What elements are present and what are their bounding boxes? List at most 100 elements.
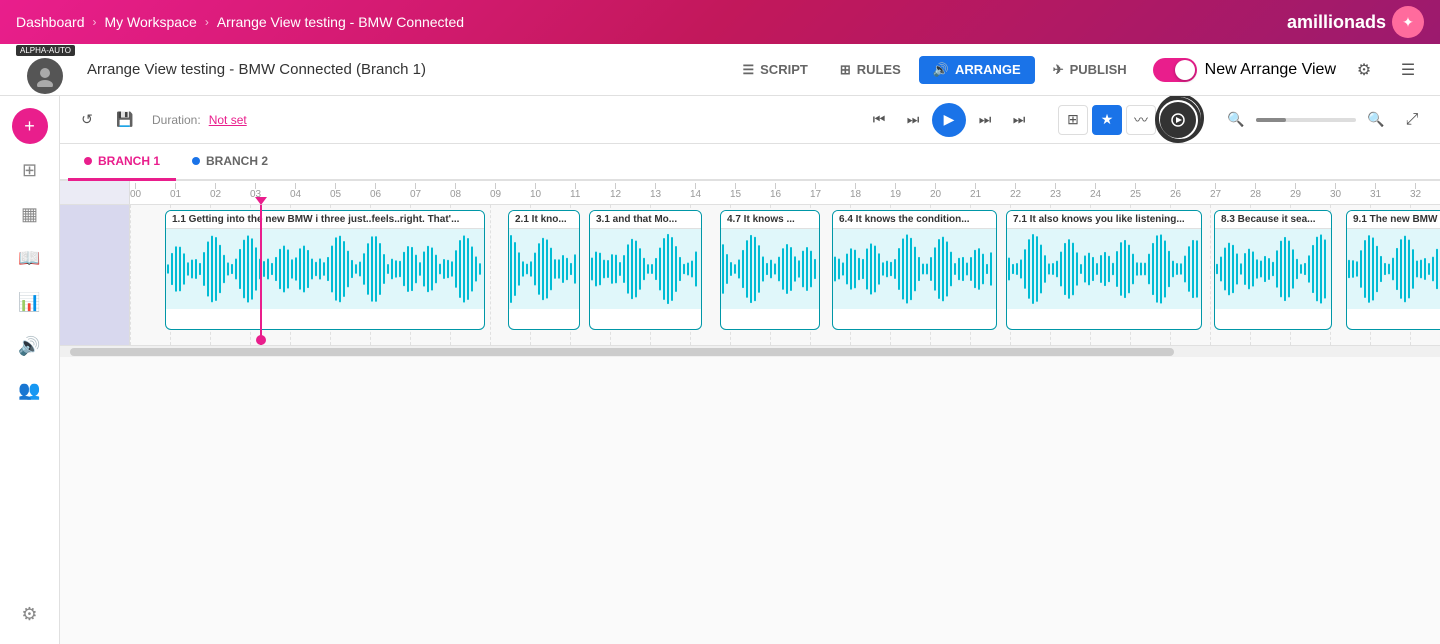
- branch-dot-2: [192, 157, 200, 165]
- sidebar-icon-settings[interactable]: ⚙: [12, 596, 48, 632]
- tab-rules-label: RULES: [857, 62, 901, 77]
- next-btn[interactable]: ⏭: [970, 105, 1000, 135]
- save-btn[interactable]: 💾: [110, 105, 140, 135]
- logo-text: amillionads: [1287, 12, 1386, 33]
- ruler-mark: 22: [1010, 183, 1021, 200]
- scrollbar-thumb[interactable]: [70, 348, 1174, 356]
- left-sidebar: + ⊞ ▦ 📖 📊 🔊 👥 ⚙: [0, 96, 60, 644]
- skip-to-end-btn[interactable]: ⏭: [1004, 105, 1034, 135]
- ruler-mark: 32: [1410, 183, 1421, 200]
- segment-label: 6.4 It knows the condition...: [833, 211, 996, 229]
- segment-label: 9.1 The new BMW i Thr...: [1347, 211, 1440, 229]
- ruler-label-spacer: [60, 181, 130, 204]
- ruler-mark: 09: [490, 183, 501, 200]
- branch-tab-2[interactable]: BRANCH 2: [176, 144, 284, 181]
- zoom-out-btn[interactable]: 🔍: [1220, 104, 1252, 136]
- ruler-mark: 13: [650, 183, 661, 200]
- toggle-switch[interactable]: New Arrange View: [1153, 58, 1336, 82]
- expand-btn[interactable]: ⤢: [1396, 104, 1428, 136]
- play-btn[interactable]: ▶: [932, 103, 966, 137]
- sidebar-icon-users[interactable]: 👥: [12, 372, 48, 408]
- tab-publish-label: PUBLISH: [1070, 62, 1127, 77]
- ruler-mark: 31: [1370, 183, 1381, 200]
- zoom-in-btn[interactable]: 🔍: [1360, 104, 1392, 136]
- tab-rules[interactable]: ⊞ RULES: [826, 56, 915, 84]
- ruler-mark: 05: [330, 183, 341, 200]
- skip-to-start-btn[interactable]: ⏮: [864, 105, 894, 135]
- sidebar-icon-chart[interactable]: 📊: [12, 284, 48, 320]
- breadcrumb-dashboard[interactable]: Dashboard: [16, 14, 85, 30]
- audio-segment[interactable]: 3.1 and that Mo...: [589, 210, 702, 330]
- ruler-mark: 00: [130, 183, 141, 200]
- timeline-wrapper: 0001020304050607080910111213141516171819…: [60, 181, 1440, 644]
- ruler-mark: 16: [770, 183, 781, 200]
- ruler-mark: 27: [1210, 183, 1221, 200]
- menu-btn[interactable]: ☰: [1392, 54, 1424, 86]
- audio-segment[interactable]: 6.4 It knows the condition...: [832, 210, 997, 330]
- logo-icon: ✦: [1392, 6, 1424, 38]
- grid-line: [490, 205, 491, 345]
- settings-gear-btn[interactable]: ⚙: [1348, 54, 1380, 86]
- grid-line: [130, 205, 131, 345]
- audio-segment[interactable]: 1.1 Getting into the new BMW i three jus…: [165, 210, 485, 330]
- alpha-badge: ALPHA-AUTO: [16, 45, 75, 56]
- prev-btn[interactable]: ⏭: [898, 105, 928, 135]
- zoom-controls: 🔍 🔍 ⤢: [1220, 104, 1428, 136]
- ruler-mark: 10: [530, 183, 541, 200]
- ruler-mark: 20: [930, 183, 941, 200]
- script-icon: ☰: [742, 62, 754, 78]
- ruler-mark: 11: [570, 183, 580, 200]
- breadcrumb-workspace[interactable]: My Workspace: [105, 14, 197, 30]
- segment-label: 8.3 Because it sea...: [1215, 211, 1331, 229]
- ruler-mark: 26: [1170, 183, 1181, 200]
- ruler-mark: 17: [810, 183, 821, 200]
- sidebar-icon-volume[interactable]: 🔊: [12, 328, 48, 364]
- playhead-circle: [256, 335, 266, 345]
- tab-publish[interactable]: ✈ PUBLISH: [1039, 56, 1141, 84]
- star-btn[interactable]: ★: [1092, 105, 1122, 135]
- timeline-ruler: 0001020304050607080910111213141516171819…: [60, 181, 1440, 205]
- ruler-marks-area: 0001020304050607080910111213141516171819…: [130, 181, 1440, 200]
- toggle-control[interactable]: [1153, 58, 1197, 82]
- ruler-mark: 03: [250, 183, 261, 200]
- audio-segment[interactable]: 7.1 It also knows you like listening...: [1006, 210, 1202, 330]
- sidebar-icon-add[interactable]: +: [12, 108, 48, 144]
- toggle-knob: [1175, 60, 1195, 80]
- tab-arrange-label: ARRANGE: [955, 62, 1021, 77]
- content-area: ↺ 💾 Duration: Not set ⏮ ⏭ ▶ ⏭ ⏭ ⊞ ★ 〰 Dy…: [60, 96, 1440, 644]
- audio-segment[interactable]: 8.3 Because it sea...: [1214, 210, 1332, 330]
- undo-btn[interactable]: ↺: [72, 105, 102, 135]
- waveform: [1347, 229, 1440, 309]
- waveform: [1007, 229, 1201, 309]
- transport-controls: ⏮ ⏭ ▶ ⏭ ⏭: [864, 103, 1034, 137]
- branch-tabs: BRANCH 1 BRANCH 2: [60, 144, 1440, 181]
- sidebar-icon-dashboard[interactable]: ▦: [12, 196, 48, 232]
- second-bar: ALPHA-AUTO Arrange View testing - BMW Co…: [0, 44, 1440, 96]
- nav-tabs: ☰ SCRIPT ⊞ RULES 🔊 ARRANGE ✈ PUBLISH: [728, 56, 1140, 84]
- zoom-slider[interactable]: [1256, 118, 1356, 122]
- segment-label: 2.1 It kno...: [509, 211, 579, 229]
- waveform: [1215, 229, 1331, 309]
- user-avatar[interactable]: [27, 58, 63, 94]
- tab-script[interactable]: ☰ SCRIPT: [728, 56, 821, 84]
- ruler-mark: 04: [290, 183, 301, 200]
- dynamic-icon: [1170, 112, 1186, 128]
- breadcrumb-sep-2: ›: [205, 15, 209, 29]
- scrollbar-area[interactable]: [60, 345, 1440, 357]
- sidebar-icon-book[interactable]: 📖: [12, 240, 48, 276]
- waveform: [721, 229, 819, 309]
- ruler-mark: 25: [1130, 183, 1141, 200]
- duration-value[interactable]: Not set: [209, 113, 247, 127]
- wave-btn[interactable]: 〰: [1126, 105, 1156, 135]
- dynamic-mode-btn[interactable]: [1160, 102, 1196, 138]
- audio-segment[interactable]: 2.1 It kno...: [508, 210, 580, 330]
- logo-area: amillionads ✦: [1287, 6, 1424, 38]
- grid-btn[interactable]: ⊞: [1058, 105, 1088, 135]
- branch-tab-1[interactable]: BRANCH 1: [68, 144, 176, 181]
- tab-arrange[interactable]: 🔊 ARRANGE: [919, 56, 1035, 84]
- ruler-mark: 29: [1290, 183, 1301, 200]
- sidebar-icon-add-block[interactable]: ⊞: [12, 152, 48, 188]
- audio-segment[interactable]: 9.1 The new BMW i Thr...: [1346, 210, 1440, 330]
- toggle-label: New Arrange View: [1205, 61, 1336, 79]
- audio-segment[interactable]: 4.7 It knows ...: [720, 210, 820, 330]
